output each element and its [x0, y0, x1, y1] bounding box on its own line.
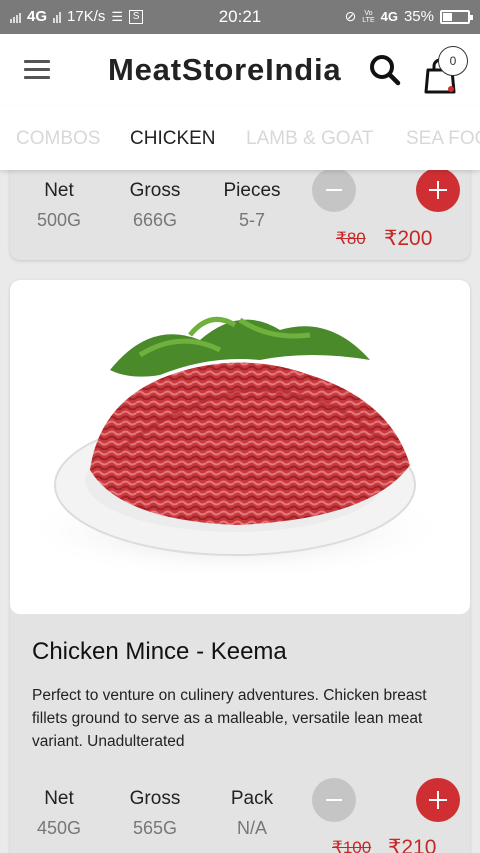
spec-label: Pack	[230, 788, 274, 809]
spec-label: Net	[44, 788, 74, 809]
decrease-quantity-button[interactable]	[312, 168, 356, 212]
spec-value: 565G	[132, 818, 178, 838]
cart-count-badge: 0	[438, 46, 468, 76]
network-type-2: 4G	[380, 9, 398, 24]
increase-quantity-button[interactable]	[416, 778, 460, 822]
spec-value: 666G	[132, 210, 178, 230]
category-tabs: COMBOS CHICKEN LAMB & GOAT SEA FOOD	[0, 106, 480, 170]
mute-icon: ⊘	[344, 8, 357, 24]
spec-label: Net	[44, 180, 74, 201]
cart-button[interactable]: 0	[420, 46, 476, 96]
status-bar: 4G 17K/s ☰ S 20:21 ⊘ Vo LTE 4G 35%	[0, 0, 480, 34]
battery-percent: 35%	[403, 8, 434, 25]
tab-sea-food[interactable]: SEA FOOD	[406, 128, 480, 150]
original-price: ₹80	[336, 229, 366, 248]
spec-label: Gross	[129, 180, 181, 201]
hamburger-menu-icon[interactable]	[24, 60, 50, 80]
product-description: Perfect to venture on culinery adventure…	[32, 687, 427, 750]
sale-price: ₹210	[388, 836, 437, 853]
spec-label: Pieces	[223, 180, 281, 201]
original-price: ₹100	[332, 838, 372, 853]
volte-label: Vo LTE	[362, 9, 375, 24]
spec-label: Gross	[129, 788, 181, 809]
pack-count: Pack N/A	[207, 788, 297, 839]
app-header: MeatStoreIndia 0	[0, 34, 480, 106]
increase-quantity-button[interactable]	[416, 168, 460, 212]
product-image[interactable]	[10, 280, 470, 614]
spec-value: 500G	[36, 210, 82, 230]
tab-chicken[interactable]: CHICKEN	[130, 128, 216, 150]
product-title: Chicken Mince - Keema	[32, 638, 287, 665]
gross-weight: Gross 565G	[110, 788, 200, 839]
battery-icon	[440, 9, 473, 24]
tab-combos[interactable]: COMBOS	[16, 128, 100, 150]
minced-meat-plate-illustration	[20, 316, 450, 580]
product-card[interactable]: Chicken Mince - Keema Perfect to venture…	[10, 280, 470, 853]
tab-lamb-goat[interactable]: LAMB & GOAT	[246, 128, 373, 150]
decrease-quantity-button[interactable]	[312, 778, 356, 822]
sale-price: ₹200	[384, 227, 433, 250]
status-right: ⊘ Vo LTE 4G 35%	[344, 8, 473, 25]
net-weight: Net 450G	[14, 788, 104, 839]
pieces-count: Pieces 5-7	[207, 180, 297, 231]
spec-value: 5-7	[238, 210, 265, 230]
spec-value: 450G	[36, 818, 82, 838]
spec-value: N/A	[236, 818, 267, 838]
net-weight: Net 500G	[14, 180, 104, 231]
gross-weight: Gross 666G	[110, 180, 200, 231]
search-icon[interactable]	[368, 53, 402, 87]
brand-title: MeatStoreIndia	[108, 52, 342, 87]
